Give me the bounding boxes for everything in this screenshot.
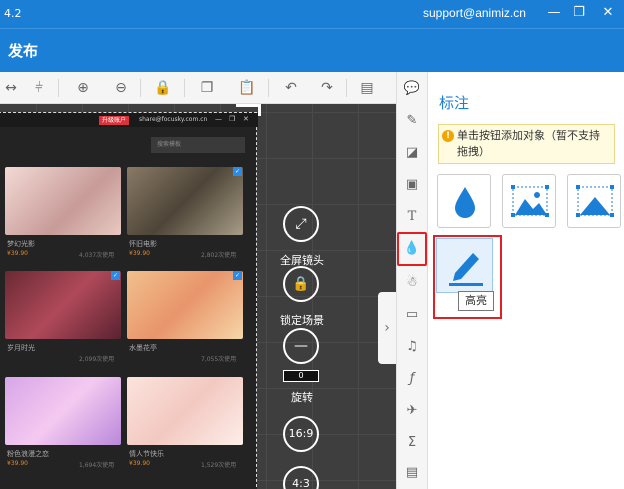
annotation-panel: 标注 ! 单击按钮添加对象（暂不支持拖拽）	[428, 72, 624, 489]
rotate-label: 旋转	[291, 391, 313, 404]
template-thumb	[127, 167, 243, 235]
copy-icon[interactable]: ❐	[196, 77, 218, 99]
airplane-icon[interactable]: ✈	[399, 398, 425, 424]
lock-scene-label: 锁定场景	[280, 314, 324, 327]
paste-icon[interactable]: 📋	[236, 77, 258, 99]
collapse-panel-icon[interactable]: ›	[378, 292, 396, 364]
editing-canvas[interactable]: 升级账户 share@focusky.com.cn — ❐ ✕ 搜索模板 梦幻光…	[0, 104, 396, 489]
template-thumb	[5, 167, 121, 235]
template-uses: 7,055次使用	[201, 356, 237, 363]
template-price: ¥39.90	[129, 460, 150, 467]
ratio-16-9-button[interactable]: 16:9	[283, 416, 319, 452]
fullscreen-camera-icon[interactable]: ⤢	[283, 206, 319, 242]
printer-icon[interactable]: ▤	[399, 460, 425, 486]
text-icon[interactable]: T	[399, 204, 425, 230]
check-badge-icon: ✓	[233, 167, 242, 176]
app-version: 4.2	[4, 7, 22, 20]
ratio-4-3-button[interactable]: 4:3	[283, 466, 319, 489]
scene-email: share@focusky.com.cn	[139, 116, 208, 123]
template-title: 情人节快乐	[129, 450, 164, 458]
tip-box: ! 单击按钮添加对象（暂不支持拖拽）	[438, 124, 615, 164]
highlighter-pen-icon	[449, 253, 483, 286]
toolbar-divider	[140, 79, 141, 97]
scene-header: 升级账户 share@focusky.com.cn — ❐ ✕	[0, 113, 258, 127]
title-bar: 4.2 support@animiz.cn — ❐ ✕	[0, 0, 624, 28]
mountain-image-icon	[576, 185, 614, 217]
close-button[interactable]: ✕	[598, 3, 618, 23]
template-title: 岁月时光	[7, 344, 35, 352]
upgrade-badge: 升级账户	[99, 116, 130, 125]
annotation-drop-icon[interactable]: 💧	[397, 232, 427, 266]
minimize-button[interactable]: —	[544, 3, 564, 23]
tip-text: 单击按钮添加对象（暂不支持拖拽）	[457, 129, 600, 158]
template-title: 梦幻光影	[7, 240, 35, 248]
template-uses: 1,529次使用	[201, 462, 237, 469]
sigma-icon[interactable]: Σ	[399, 430, 425, 456]
crop-image-button[interactable]	[502, 174, 556, 228]
highlight-tooltip: 高亮	[458, 291, 494, 311]
template-price: ¥39.90	[7, 460, 28, 467]
toolbar-divider	[268, 79, 269, 97]
scene-search-box: 搜索模板	[151, 137, 245, 153]
speech-bubble-icon[interactable]: 💬	[399, 76, 425, 102]
distribute-icon[interactable]: ⫩	[28, 77, 50, 99]
editor-toolbar: ↔ ⫩ ⊕ ⊖ 🔒 ❐ 📋 ↶ ↷ ▤	[0, 72, 396, 104]
mountain-image-button[interactable]	[567, 174, 621, 228]
formula-icon[interactable]: ƒ	[399, 366, 425, 392]
toolbar-divider	[184, 79, 185, 97]
template-price: ¥39.90	[129, 250, 150, 257]
publish-menu[interactable]: 发布	[8, 40, 38, 61]
toolbar-divider	[346, 79, 347, 97]
shapes-icon[interactable]: ◪	[399, 140, 425, 166]
panel-title: 标注	[439, 94, 470, 112]
scene-restore-icon: ❐	[229, 115, 236, 123]
template-uses: 4,037次使用	[79, 252, 115, 259]
restore-button[interactable]: ❐	[569, 3, 589, 23]
lock-icon[interactable]: 🔒	[152, 77, 174, 99]
undo-icon[interactable]: ↶	[280, 77, 302, 99]
pencil-icon[interactable]: ✎	[399, 108, 425, 134]
scene-close-icon: ✕	[243, 115, 249, 123]
toolbar-divider	[58, 79, 59, 97]
menu-bar: 发布	[0, 28, 624, 72]
resize-handle[interactable]	[236, 104, 261, 107]
template-uses: 2,099次使用	[79, 356, 115, 363]
align-icon[interactable]: ↔	[0, 77, 22, 99]
folder-icon[interactable]: ▭	[399, 302, 425, 328]
scene-frame[interactable]: 升级账户 share@focusky.com.cn — ❐ ✕ 搜索模板 梦幻光…	[0, 112, 258, 489]
music-icon[interactable]: ♫	[399, 334, 425, 360]
template-uses: 1,694次使用	[79, 462, 115, 469]
water-drop-icon	[455, 187, 475, 218]
crop-image-icon	[511, 185, 549, 217]
drop-annotation-button[interactable]	[437, 174, 491, 228]
template-uses: 2,802次使用	[201, 252, 237, 259]
rotate-value-input[interactable]: 0	[283, 370, 319, 382]
highlight-button[interactable]	[436, 238, 493, 293]
lock-scene-icon[interactable]: 🔒	[283, 266, 319, 302]
redo-icon[interactable]: ↷	[316, 77, 338, 99]
template-thumb	[5, 377, 121, 445]
template-thumb	[127, 377, 243, 445]
template-title: 水墨花亭	[129, 344, 157, 352]
object-toolbar: 💬 ✎ ◪ ▣ T 💧 ☃ ▭ ♫ ƒ ✈ Σ ▤	[396, 72, 428, 489]
check-badge-icon: ✓	[111, 271, 120, 280]
template-thumb	[127, 271, 243, 339]
scene-minimize-icon: —	[215, 115, 222, 123]
rotate-dial-icon[interactable]: —	[283, 328, 319, 364]
image-icon[interactable]: ▣	[399, 172, 425, 198]
support-email[interactable]: support@animiz.cn	[423, 6, 526, 20]
page-settings-icon[interactable]: ▤	[356, 77, 378, 99]
check-badge-icon: ✓	[233, 271, 242, 280]
zoom-in-icon[interactable]: ⊕	[72, 77, 94, 99]
zoom-out-icon[interactable]: ⊖	[110, 77, 132, 99]
character-icon[interactable]: ☃	[399, 270, 425, 296]
template-title: 怀旧电影	[129, 240, 157, 248]
info-icon: !	[442, 130, 454, 142]
template-price: ¥39.90	[7, 250, 28, 257]
template-thumb	[5, 271, 121, 339]
template-title: 粉色浪漫之恋	[7, 450, 49, 458]
